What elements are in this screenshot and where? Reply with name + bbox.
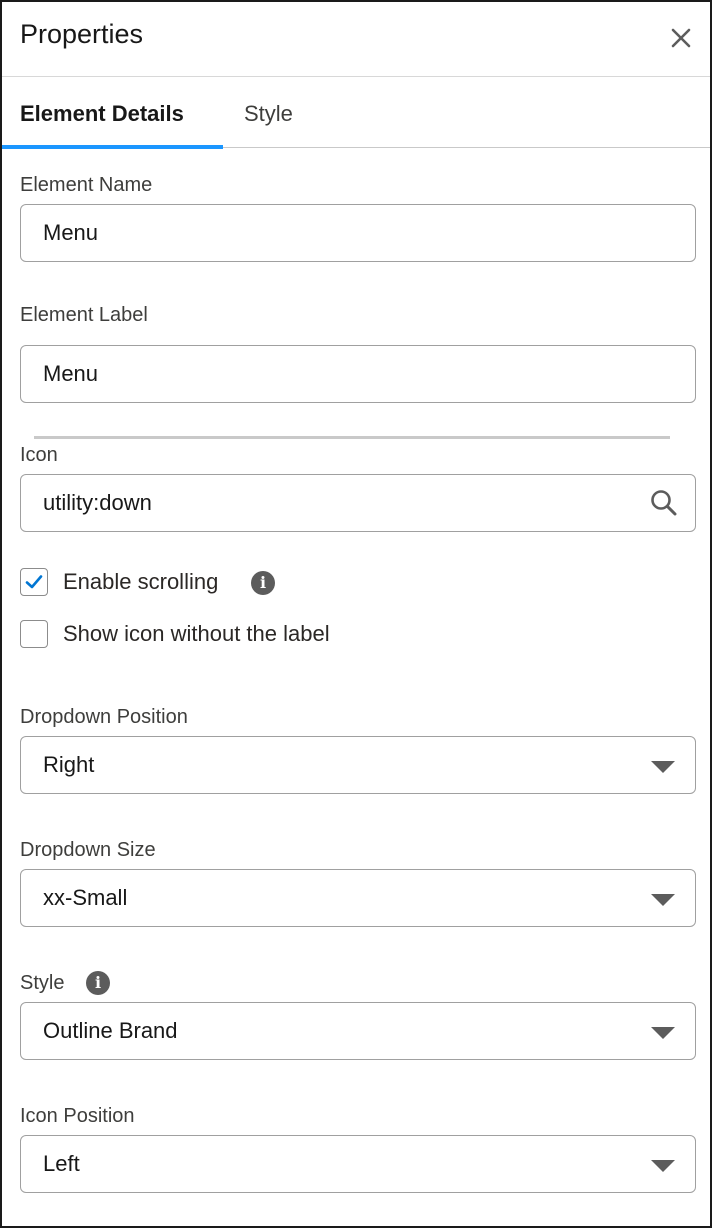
element-name-value: Menu xyxy=(43,220,99,245)
info-icon[interactable]: i xyxy=(86,971,110,995)
tab-element-details[interactable]: Element Details xyxy=(2,77,223,149)
section-divider xyxy=(34,436,670,439)
dropdown-position-select[interactable]: Right xyxy=(20,736,696,794)
icon-search-input[interactable]: utility:down xyxy=(20,474,696,532)
icon-position-select[interactable]: Left xyxy=(20,1135,696,1193)
chevron-down-icon xyxy=(651,1160,675,1172)
tab-style[interactable]: Style xyxy=(244,77,293,147)
style-select[interactable]: Outline Brand xyxy=(20,1002,696,1060)
style-value: Outline Brand xyxy=(43,1018,178,1043)
icon-position-value: Left xyxy=(43,1151,80,1176)
properties-panel: Properties Element Details Style Element… xyxy=(0,0,712,1228)
element-label-label: Element Label xyxy=(20,304,148,326)
checkmark-icon xyxy=(25,575,43,589)
panel-header: Properties xyxy=(2,2,710,77)
dropdown-size-label: Dropdown Size xyxy=(20,839,156,861)
element-name-input[interactable]: Menu xyxy=(20,204,696,262)
enable-scrolling-label[interactable]: Enable scrolling xyxy=(63,569,218,595)
chevron-down-icon xyxy=(651,761,675,773)
search-icon[interactable] xyxy=(649,488,679,518)
show-icon-only-checkbox[interactable] xyxy=(20,620,48,648)
chevron-down-icon xyxy=(651,894,675,906)
element-label-value: Menu xyxy=(43,361,99,386)
dropdown-position-label: Dropdown Position xyxy=(20,706,188,728)
panel-title: Properties xyxy=(20,19,144,49)
icon-label: Icon xyxy=(20,444,58,466)
enable-scrolling-checkbox[interactable] xyxy=(20,568,48,596)
element-name-label: Element Name xyxy=(20,174,153,196)
close-icon[interactable] xyxy=(666,23,696,53)
style-label: Style xyxy=(20,972,65,994)
element-label-input[interactable]: Menu xyxy=(20,345,696,403)
chevron-down-icon xyxy=(651,1027,675,1039)
dropdown-size-value: xx-Small xyxy=(43,885,128,910)
icon-position-label: Icon Position xyxy=(20,1105,135,1127)
show-icon-only-label[interactable]: Show icon without the label xyxy=(63,621,330,647)
dropdown-position-value: Right xyxy=(43,752,95,777)
icon-value: utility:down xyxy=(43,490,152,515)
info-icon[interactable]: i xyxy=(251,571,275,595)
tab-bar: Element Details Style xyxy=(2,77,710,149)
dropdown-size-select[interactable]: xx-Small xyxy=(20,869,696,927)
